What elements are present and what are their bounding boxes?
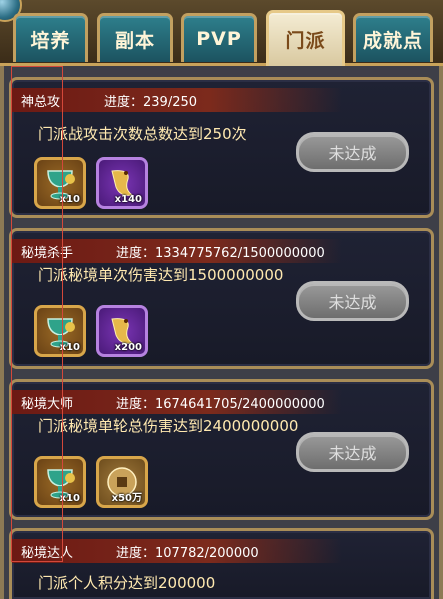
reward-item[interactable]: x50万 bbox=[96, 456, 148, 508]
reward-item[interactable]: x10 bbox=[34, 456, 86, 508]
achievement-card: 秘境大师 进度：1674641705/2400000000 门派秘境单轮总伤害达… bbox=[9, 379, 434, 520]
achievement-description: 门派战攻击次数总数达到250次 bbox=[38, 125, 247, 143]
reward-quantity: x10 bbox=[59, 194, 80, 205]
tab-achievement-points[interactable]: 成就点 bbox=[353, 13, 433, 62]
reward-quantity: x10 bbox=[59, 493, 80, 504]
status-button[interactable]: 未达成 bbox=[296, 432, 409, 472]
reward-item[interactable]: x200 bbox=[96, 305, 148, 357]
reward-item[interactable]: x10 bbox=[34, 157, 86, 209]
tab-pvp[interactable]: PVP bbox=[181, 13, 257, 62]
achievement-title: 秘境杀手 bbox=[21, 246, 74, 261]
tab-bar: 培养 副本 PVP 门派 成就点 bbox=[0, 0, 443, 66]
reward-quantity: x140 bbox=[114, 194, 142, 205]
achievement-progress: 进度：239/250 bbox=[104, 95, 198, 110]
reward-quantity: x200 bbox=[114, 342, 142, 353]
reward-quantity: x10 bbox=[59, 342, 80, 353]
achievement-description: 门派秘境单轮总伤害达到2400000000 bbox=[38, 417, 299, 435]
reward-quantity: x50万 bbox=[111, 493, 142, 504]
reward-item[interactable]: x140 bbox=[96, 157, 148, 209]
status-button[interactable]: 未达成 bbox=[296, 281, 409, 321]
achievement-progress: 进度：1334775762/1500000000 bbox=[116, 246, 325, 261]
achievement-progress: 进度：1674641705/2400000000 bbox=[116, 397, 325, 412]
achievement-card: 秘境杀手 进度：1334775762/1500000000 门派秘境单次伤害达到… bbox=[9, 228, 434, 369]
achievement-description: 门派个人积分达到200000 bbox=[38, 574, 216, 592]
achievement-title: 神总攻 bbox=[21, 95, 61, 110]
tab-sect[interactable]: 门派 bbox=[266, 10, 345, 66]
tab-cultivate[interactable]: 培养 bbox=[13, 13, 88, 62]
reward-item[interactable]: x10 bbox=[34, 305, 86, 357]
achievement-progress: 进度：107782/200000 bbox=[116, 546, 259, 561]
achievement-card: 秘境达人 进度：107782/200000 门派个人积分达到200000 bbox=[9, 528, 434, 599]
achievement-description: 门派秘境单次伤害达到1500000000 bbox=[38, 266, 284, 284]
tab-dungeon[interactable]: 副本 bbox=[97, 13, 173, 62]
achievement-card: 神总攻 进度：239/250 门派战攻击次数总数达到250次 x10 x140 … bbox=[9, 77, 434, 218]
status-button[interactable]: 未达成 bbox=[296, 132, 409, 172]
achievement-title: 秘境大师 bbox=[21, 397, 74, 412]
achievement-title: 秘境达人 bbox=[21, 546, 74, 561]
